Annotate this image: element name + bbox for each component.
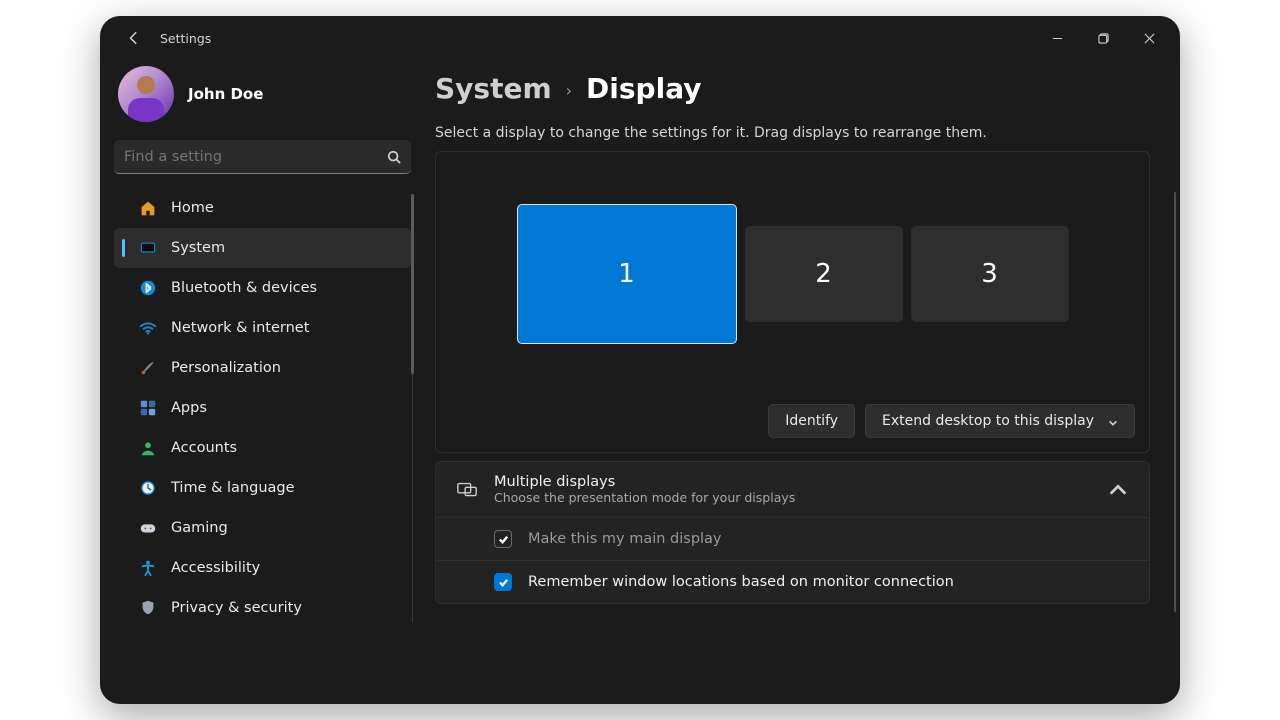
search-box[interactable] [114, 140, 411, 174]
sidebar-item-personalization[interactable]: Personalization [114, 348, 411, 388]
sidebar-item-home[interactable]: Home [114, 188, 411, 228]
search-input[interactable] [124, 149, 387, 165]
shield-icon [139, 599, 157, 617]
sidebar-item-apps[interactable]: Apps [114, 388, 411, 428]
multiple-displays-section: Multiple displays Choose the presentatio… [435, 461, 1150, 604]
sidebar-item-label: Network & internet [171, 320, 309, 336]
make-main-display-row[interactable]: Make this my main display [436, 517, 1149, 560]
sidebar-item-label: Bluetooth & devices [171, 280, 317, 296]
remember-locations-row[interactable]: Remember window locations based on monit… [436, 560, 1149, 603]
app-title: Settings [160, 31, 211, 46]
multiple-displays-icon [456, 479, 478, 501]
sidebar-item-accessibility[interactable]: Accessibility [114, 548, 411, 588]
sidebar-nav: Home System Bluetooth & devices Network … [114, 188, 411, 628]
main-pane: System › Display Select a display to cha… [425, 60, 1180, 704]
identify-button[interactable]: Identify [768, 404, 855, 438]
display-mode-dropdown[interactable]: Extend desktop to this display [865, 404, 1135, 438]
monitor-1[interactable]: 1 [517, 204, 737, 344]
row-subtitle: Choose the presentation mode for your di… [494, 490, 795, 505]
sidebar-item-gaming[interactable]: Gaming [114, 508, 411, 548]
make-main-checkbox[interactable] [494, 530, 512, 548]
paintbrush-icon [139, 359, 157, 377]
wifi-icon [139, 319, 157, 337]
breadcrumb-parent[interactable]: System [435, 72, 552, 105]
sidebar-item-label: Gaming [171, 520, 228, 536]
sidebar-item-label: Personalization [171, 360, 281, 376]
sidebar-item-label: Time & language [171, 480, 295, 496]
sidebar-item-label: System [171, 240, 225, 256]
chevron-right-icon: › [566, 81, 572, 100]
sidebar-item-privacy[interactable]: Privacy & security [114, 588, 411, 628]
monitor-row: 1 2 3 [517, 204, 1069, 344]
chevron-down-icon [1108, 416, 1118, 426]
sidebar-scrollbar-thumb[interactable] [411, 194, 414, 374]
profile-name: John Doe [188, 85, 263, 103]
sidebar-item-network[interactable]: Network & internet [114, 308, 411, 348]
main-scrollbar[interactable] [1174, 192, 1176, 684]
window-controls [1034, 22, 1172, 54]
display-arrangement-box: 1 2 3 Identify Extend desktop to this di… [435, 151, 1150, 453]
person-icon [139, 439, 157, 457]
monitor-3[interactable]: 3 [911, 226, 1069, 322]
sidebar-item-label: Accessibility [171, 560, 260, 576]
multiple-displays-header[interactable]: Multiple displays Choose the presentatio… [436, 462, 1149, 517]
row-title: Remember window locations based on monit… [528, 574, 954, 590]
back-button[interactable] [118, 22, 150, 54]
sidebar-item-label: Apps [171, 400, 207, 416]
apps-icon [139, 399, 157, 417]
sidebar-item-label: Accounts [171, 440, 237, 456]
minimize-button[interactable] [1034, 22, 1080, 54]
close-button[interactable] [1126, 22, 1172, 54]
settings-window: Settings John Doe Home [100, 16, 1180, 704]
breadcrumb-current: Display [586, 72, 701, 105]
avatar [118, 66, 174, 122]
row-title: Multiple displays [494, 474, 795, 490]
titlebar: Settings [100, 16, 1180, 60]
accessibility-icon [139, 559, 157, 577]
monitor-2[interactable]: 2 [745, 226, 903, 322]
sidebar-item-label: Privacy & security [171, 600, 302, 616]
back-icon [127, 31, 141, 45]
remember-locations-checkbox[interactable] [494, 573, 512, 591]
chevron-up-icon [1107, 479, 1129, 501]
home-icon [139, 199, 157, 217]
sidebar: John Doe Home System [100, 60, 425, 704]
sidebar-item-time[interactable]: Time & language [114, 468, 411, 508]
display-mode-label: Extend desktop to this display [882, 413, 1094, 429]
bluetooth-icon [139, 279, 157, 297]
breadcrumb: System › Display [435, 60, 1150, 125]
sidebar-item-label: Home [171, 200, 214, 216]
display-hint: Select a display to change the settings … [435, 125, 1150, 141]
sidebar-item-system[interactable]: System [114, 228, 411, 268]
clock-icon [139, 479, 157, 497]
search-icon [387, 150, 401, 164]
profile[interactable]: John Doe [114, 60, 411, 140]
sidebar-item-accounts[interactable]: Accounts [114, 428, 411, 468]
gamepad-icon [139, 519, 157, 537]
maximize-button[interactable] [1080, 22, 1126, 54]
system-icon [139, 239, 157, 257]
row-title: Make this my main display [528, 531, 722, 547]
sidebar-item-bluetooth[interactable]: Bluetooth & devices [114, 268, 411, 308]
